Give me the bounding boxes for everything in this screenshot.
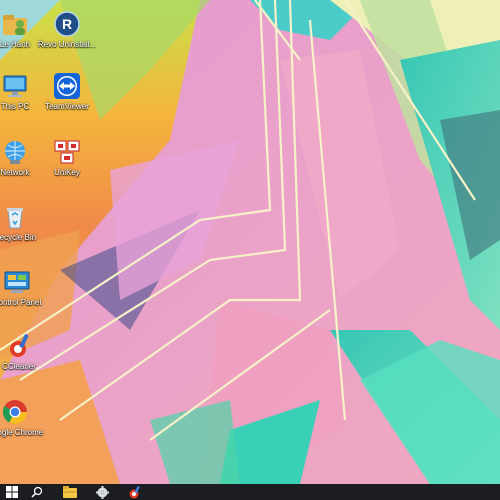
unikey-icon bbox=[53, 138, 81, 166]
search-icon bbox=[31, 486, 43, 498]
taskbar bbox=[0, 484, 500, 500]
desktop-icon-label: Google Chrome bbox=[0, 428, 44, 437]
desktop[interactable]: Le Hanh This PC Network ecycle Bin ontro… bbox=[0, 0, 500, 484]
control-panel-icon bbox=[3, 268, 31, 296]
file-explorer-icon bbox=[63, 486, 77, 498]
desktop-icon-unikey[interactable]: UniKey bbox=[36, 138, 98, 177]
desktop-icon-google-chrome[interactable]: Google Chrome bbox=[0, 398, 46, 437]
desktop-icon-teamviewer[interactable]: TeamViewer bbox=[36, 72, 98, 111]
desktop-icon-revo-uninstaller[interactable]: R Revo Uninstall... bbox=[36, 10, 98, 49]
desktop-icon-label: CCleaner bbox=[2, 362, 36, 371]
desktop-icon-recycle-bin[interactable]: Recycle Bin bbox=[0, 203, 46, 242]
desktop-icon-label: Control Panel bbox=[0, 298, 42, 307]
desktop-icon-label: TeamViewer bbox=[45, 102, 89, 111]
taskbar-ccleaner[interactable] bbox=[122, 484, 146, 500]
start-icon bbox=[6, 486, 18, 498]
network-icon bbox=[1, 138, 29, 166]
recycle-bin-icon bbox=[1, 203, 29, 231]
start-button[interactable] bbox=[0, 484, 24, 500]
desktop-icon-control-panel[interactable]: Control Panel bbox=[0, 268, 48, 307]
desktop-icon-ccleaner[interactable]: CCleaner bbox=[0, 332, 50, 371]
computer-icon bbox=[1, 72, 29, 100]
ccleaner-icon bbox=[5, 332, 33, 360]
svg-text:R: R bbox=[62, 16, 72, 32]
taskbar-file-explorer[interactable] bbox=[58, 484, 82, 500]
desktop-icon-label: UniKey bbox=[54, 168, 80, 177]
ccleaner-icon bbox=[129, 485, 140, 498]
user-folder-icon bbox=[1, 10, 29, 38]
teamviewer-icon bbox=[53, 72, 81, 100]
desktop-icon-label: Recycle Bin bbox=[0, 233, 37, 242]
search-button[interactable] bbox=[25, 484, 49, 500]
revo-uninstaller-icon: R bbox=[53, 10, 81, 38]
settings-icon bbox=[95, 485, 109, 499]
taskbar-settings[interactable] bbox=[90, 484, 114, 500]
desktop-icon-label: Revo Uninstall... bbox=[37, 40, 97, 49]
chrome-icon bbox=[1, 398, 29, 426]
